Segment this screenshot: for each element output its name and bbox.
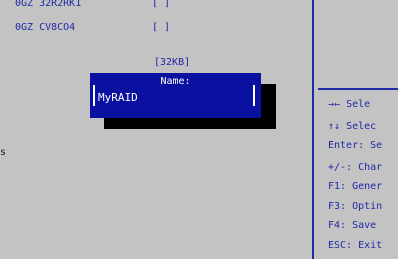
help-line: F4: Save: [328, 220, 376, 231]
help-line: ESC: Exit: [328, 240, 382, 251]
help-line: ↑↓ Selec: [328, 121, 376, 132]
help-key: ESC:: [328, 240, 353, 251]
help-separator: [318, 88, 398, 90]
raid-config-pane: [13, 0, 312, 259]
input-bracket-right: [253, 85, 255, 106]
drive-row[interactable]: 0GZ CV8CO4: [15, 22, 75, 33]
help-key: +/-:: [328, 162, 353, 173]
name-dialog: Name:: [90, 73, 261, 118]
drive-row[interactable]: 0GZ 32R2RK1: [15, 0, 81, 9]
help-line: Enter: Se: [328, 140, 382, 151]
help-key: Enter:: [328, 140, 365, 151]
arrows-horizontal-icon: →←: [328, 99, 341, 110]
help-desc: Exit: [358, 240, 383, 251]
help-desc: Se: [370, 140, 383, 151]
partial-label: s: [0, 147, 7, 158]
help-key: F1:: [328, 181, 347, 192]
help-desc: Char: [358, 162, 383, 173]
help-line: F1: Gener: [328, 181, 382, 192]
help-desc: Selec: [346, 121, 377, 132]
help-line: +/-: Char: [328, 162, 382, 173]
help-desc: Save: [352, 220, 377, 231]
help-desc: Optin: [352, 201, 383, 212]
help-line: F3: Optin: [328, 201, 382, 212]
help-key: F3:: [328, 201, 347, 212]
help-line: →← Sele: [328, 99, 370, 110]
input-bracket-left: [93, 85, 95, 106]
stripe-size-value[interactable]: [32KB]: [154, 57, 190, 68]
help-desc: Gener: [352, 181, 383, 192]
raid-name-input[interactable]: [98, 91, 248, 105]
help-key: F4:: [328, 220, 347, 231]
dialog-title: Name:: [160, 76, 191, 87]
help-desc: Sele: [346, 99, 371, 110]
arrows-vertical-icon: ↑↓: [328, 121, 341, 132]
bios-screen: 0GZ 32R2RK1 [ ] 0GZ CV8CO4 [ ] [32KB] s …: [0, 0, 398, 259]
drive-checkbox[interactable]: [ ]: [152, 0, 170, 9]
drive-checkbox[interactable]: [ ]: [152, 22, 170, 33]
